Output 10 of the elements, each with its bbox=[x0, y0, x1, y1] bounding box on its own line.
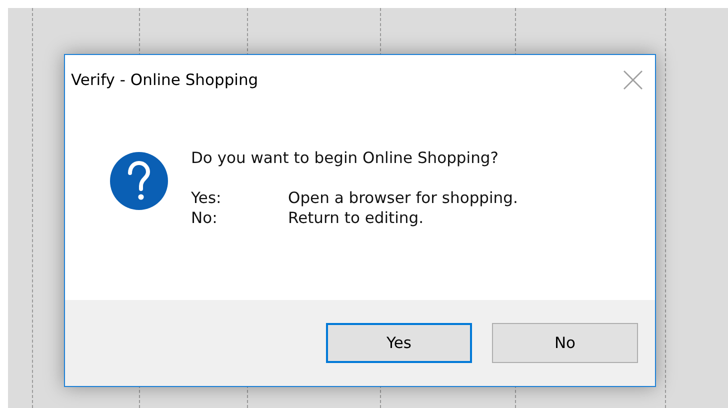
window-title: Verify - Online Shopping bbox=[71, 71, 258, 89]
default-button[interactable]: Yes bbox=[326, 323, 472, 363]
option-key: Yes: bbox=[191, 189, 288, 207]
option-description: Return to editing. bbox=[288, 209, 424, 227]
dialog-button[interactable]: No bbox=[492, 323, 638, 363]
option-key: No: bbox=[191, 209, 288, 227]
question-icon bbox=[109, 151, 169, 211]
option-description: Open a browser for shopping. bbox=[288, 189, 518, 207]
close-icon[interactable] bbox=[623, 70, 643, 90]
question-text: Do you want to begin Online Shopping? bbox=[191, 149, 500, 167]
